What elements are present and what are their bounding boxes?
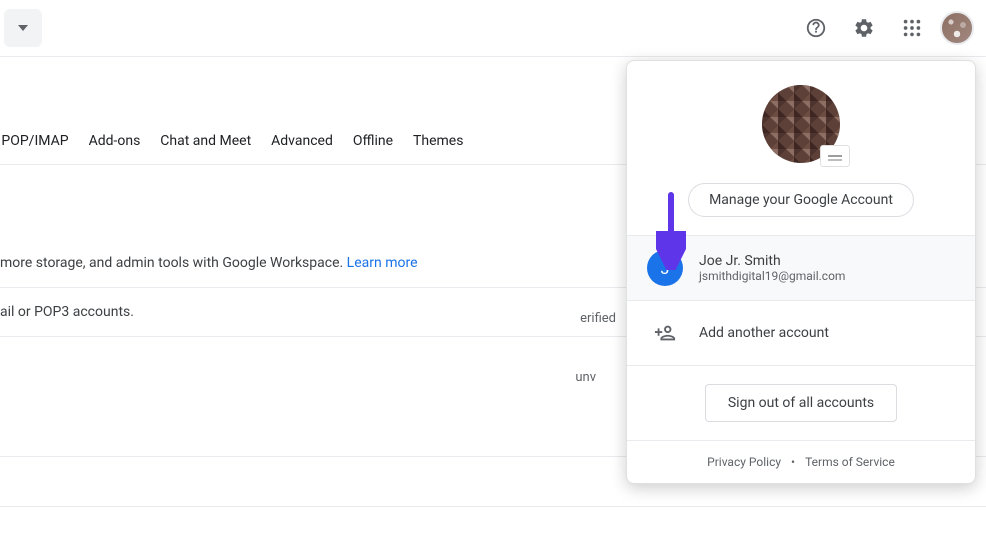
- topbar-left: [12, 9, 42, 47]
- privacy-policy-link[interactable]: Privacy Policy: [707, 455, 781, 469]
- popup-footer: Privacy Policy • Terms of Service: [627, 441, 975, 483]
- popup-avatar-wrap: [762, 85, 840, 163]
- tab-chat-meet[interactable]: Chat and Meet: [160, 133, 251, 149]
- accounts-text: ail or POP3 accounts.: [0, 304, 134, 320]
- account-popup: Manage your Google Account J Joe Jr. Smi…: [626, 60, 976, 484]
- workspace-promo-text: more storage, and admin tools with Googl…: [0, 255, 347, 271]
- signout-wrap: Sign out of all accounts: [627, 366, 975, 440]
- secondary-account-avatar: J: [647, 250, 683, 286]
- terms-of-service-link[interactable]: Terms of Service: [805, 455, 895, 469]
- account-avatar-button[interactable]: [940, 11, 974, 45]
- secondary-account-text: Joe Jr. Smith jsmithdigital19@gmail.com: [699, 253, 845, 283]
- tab-addons[interactable]: Add-ons: [89, 133, 141, 149]
- tab-pop-imap[interactable]: d POP/IMAP: [0, 133, 69, 149]
- secondary-account-email: jsmithdigital19@gmail.com: [699, 269, 845, 283]
- account-row-secondary[interactable]: J Joe Jr. Smith jsmithdigital19@gmail.co…: [627, 236, 975, 300]
- tab-advanced[interactable]: Advanced: [271, 133, 333, 149]
- partial-text-verified: erified: [580, 311, 616, 326]
- partial-text-unv: unv: [575, 370, 596, 385]
- settings-button[interactable]: [844, 8, 884, 48]
- topbar-divider: [0, 56, 986, 57]
- add-person-icon: [647, 315, 683, 351]
- topbar-right: [796, 8, 974, 48]
- gear-icon: [853, 17, 875, 39]
- apps-button[interactable]: [892, 8, 932, 48]
- learn-more-link[interactable]: Learn more: [347, 255, 418, 271]
- dropdown-button[interactable]: [4, 9, 42, 47]
- camera-badge-icon[interactable]: [820, 145, 850, 167]
- manage-account-button[interactable]: Manage your Google Account: [688, 183, 914, 217]
- apps-grid-icon: [901, 17, 923, 39]
- help-icon: [805, 17, 827, 39]
- add-account-row[interactable]: Add another account: [627, 301, 975, 365]
- secondary-account-name: Joe Jr. Smith: [699, 253, 845, 269]
- chevron-down-icon: [18, 25, 28, 31]
- footer-separator: •: [791, 455, 795, 469]
- sign-out-button[interactable]: Sign out of all accounts: [705, 384, 897, 422]
- tab-offline[interactable]: Offline: [353, 133, 393, 149]
- topbar: [0, 0, 986, 56]
- tab-themes[interactable]: Themes: [413, 133, 463, 149]
- help-button[interactable]: [796, 8, 836, 48]
- add-account-label: Add another account: [699, 325, 829, 341]
